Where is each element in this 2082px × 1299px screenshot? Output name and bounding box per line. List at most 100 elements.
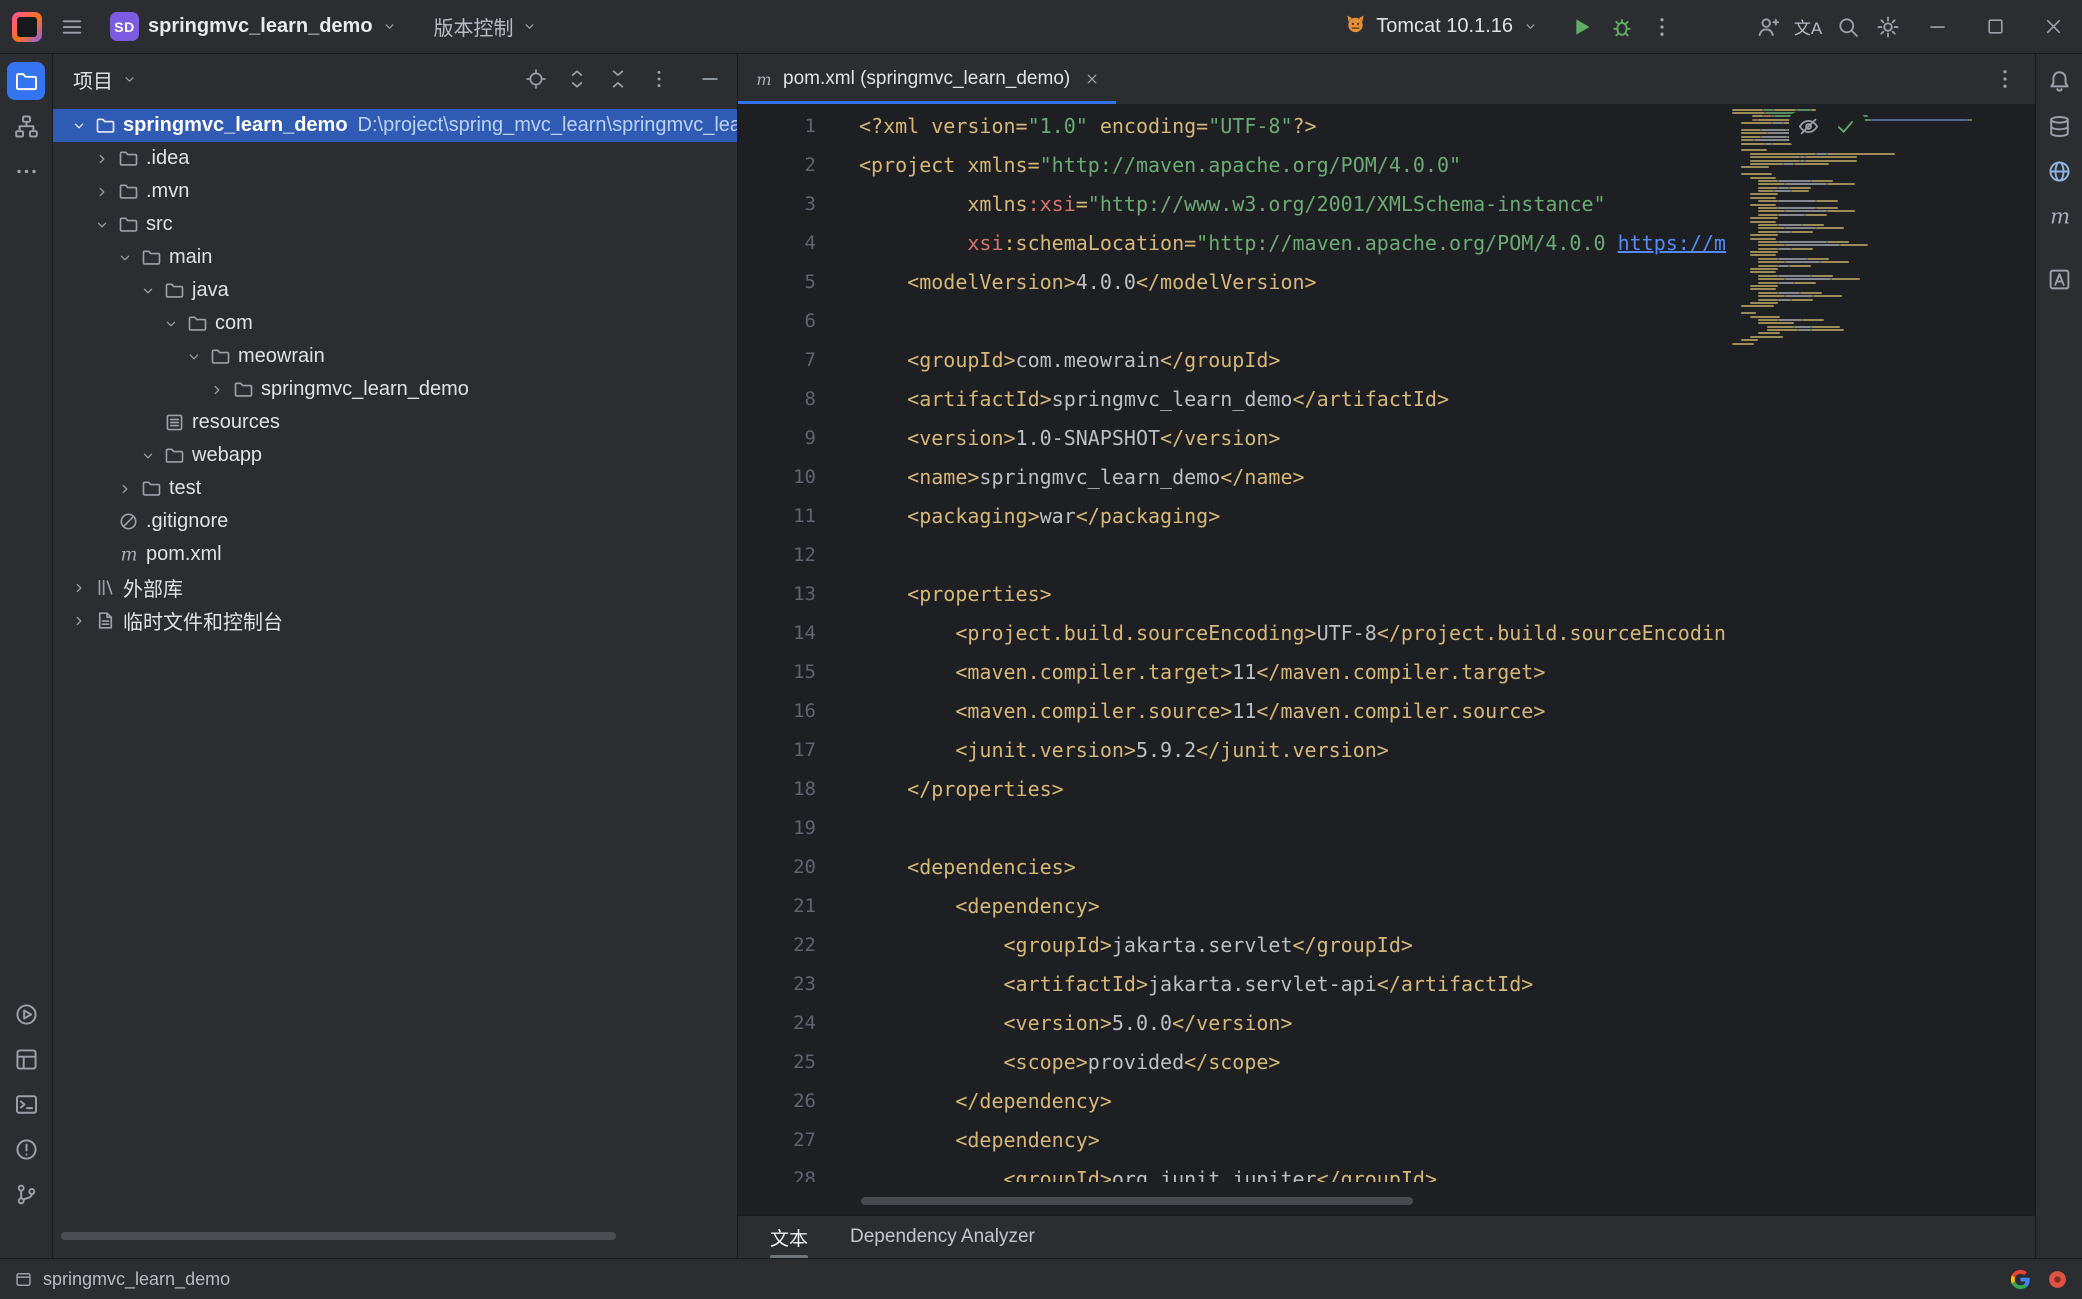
folder-icon	[116, 180, 140, 204]
tree-item-com-package[interactable]: com	[53, 307, 737, 340]
locate-icon[interactable]	[519, 62, 553, 96]
line-number: 4	[738, 224, 816, 263]
close-tab-icon[interactable]	[1084, 71, 1100, 87]
tree-item-main-folder[interactable]: main	[53, 241, 737, 274]
google-icon[interactable]	[2010, 1269, 2031, 1290]
tree-item-java-folder[interactable]: java	[53, 274, 737, 307]
folder-icon	[185, 312, 209, 336]
line-number: 10	[738, 458, 816, 497]
translation-icon[interactable]	[2040, 260, 2078, 298]
minimize-button[interactable]	[1908, 0, 1966, 53]
project-panel-title[interactable]: 项目	[73, 65, 113, 94]
close-button[interactable]	[2024, 0, 2082, 53]
project-widget[interactable]: SD springmvc_learn_demo	[102, 8, 406, 45]
run-tool-icon[interactable]	[7, 995, 45, 1033]
more-actions-icon[interactable]	[1642, 7, 1682, 47]
maximize-button[interactable]	[1966, 0, 2024, 53]
git-icon[interactable]	[7, 1175, 45, 1213]
line-number: 16	[738, 692, 816, 731]
chevron-down-icon[interactable]	[67, 114, 91, 138]
run-config-widget[interactable]: Tomcat 10.1.16	[1336, 8, 1546, 45]
editor-scrollbar[interactable]	[861, 1197, 1413, 1205]
tree-item-scratches-and-consoles[interactable]: 临时文件和控制台	[53, 604, 737, 637]
web-icon[interactable]	[2040, 152, 2078, 190]
line-number: 24	[738, 1004, 816, 1043]
project-panel-scrollbar[interactable]	[61, 1232, 616, 1240]
database-icon[interactable]	[2040, 107, 2078, 145]
terminal-icon[interactable]	[7, 1085, 45, 1123]
code-line-5: 5 <modelVersion>4.0.0</modelVersion>	[738, 263, 1726, 302]
folder-icon	[139, 477, 163, 501]
chevron-down-icon[interactable]	[159, 312, 183, 336]
chevron-right-icon[interactable]	[205, 378, 229, 402]
minimap[interactable]	[1732, 108, 2027, 345]
inspection-widget[interactable]	[1789, 112, 1865, 147]
error-notification-icon[interactable]	[2047, 1269, 2068, 1290]
tree-item-webapp-folder[interactable]: webapp	[53, 439, 737, 472]
run-button[interactable]	[1562, 7, 1602, 47]
line-number: 8	[738, 380, 816, 419]
tree-item-gitignore-file[interactable]: .gitignore	[53, 505, 737, 538]
main-menu-icon[interactable]	[52, 7, 92, 47]
chevron-down-icon[interactable]	[136, 279, 160, 303]
chevron-right-icon[interactable]	[90, 180, 114, 204]
tree-item-pom-file[interactable]: mpom.xml	[53, 538, 737, 571]
tree-item-src-folder[interactable]: src	[53, 208, 737, 241]
chevron-right-icon[interactable]	[67, 576, 91, 600]
more-tools-icon[interactable]	[7, 152, 45, 190]
code-line-11: 11 <packaging>war</packaging>	[738, 497, 1726, 536]
highlighting-level-icon[interactable]	[1797, 115, 1820, 144]
search-icon[interactable]	[1828, 7, 1868, 47]
tab-dependency-analyzer[interactable]: Dependency Analyzer	[850, 1216, 1035, 1258]
ignored-icon	[116, 510, 140, 534]
vcs-widget[interactable]: 版本控制	[434, 12, 538, 41]
tree-item-mvn-folder[interactable]: .mvn	[53, 175, 737, 208]
chevron-down-icon[interactable]	[90, 213, 114, 237]
line-number: 20	[738, 848, 816, 887]
services-icon[interactable]	[7, 1040, 45, 1078]
chevron-down-icon[interactable]	[136, 444, 160, 468]
debug-button[interactable]	[1602, 7, 1642, 47]
chevron-down-icon[interactable]	[182, 345, 206, 369]
notifications-icon[interactable]	[2040, 62, 2078, 100]
chevron-right-icon[interactable]	[113, 477, 137, 501]
tree-item-resources-folder[interactable]: resources	[53, 406, 737, 439]
structure-icon[interactable]	[7, 107, 45, 145]
editor[interactable]: 1<?xml version="1.0" encoding="UTF-8"?>2…	[738, 104, 2035, 1215]
editor-tab-pom[interactable]: m pom.xml (springmvc_learn_demo)	[738, 54, 1116, 104]
line-number: 3	[738, 185, 816, 224]
collapse-all-icon[interactable]	[601, 62, 635, 96]
maven-tool-icon[interactable]: m	[2040, 197, 2078, 235]
code-viewport: 1<?xml version="1.0" encoding="UTF-8"?>2…	[738, 104, 1726, 1182]
more-icon[interactable]	[642, 62, 676, 96]
settings-icon[interactable]	[1868, 7, 1908, 47]
code-line-7: 7 <groupId>com.meowrain</groupId>	[738, 341, 1726, 380]
chevron-down-icon[interactable]	[113, 246, 137, 270]
tree-item-project-root[interactable]: springmvc_learn_demoD:\project\spring_mv…	[53, 109, 737, 142]
line-number: 12	[738, 536, 816, 575]
tree-item-label: 外部库	[123, 573, 183, 602]
svg-text:m: m	[756, 70, 771, 89]
problems-icon[interactable]	[7, 1130, 45, 1168]
tree-item-label: .idea	[146, 147, 189, 170]
tab-options-icon[interactable]	[1985, 59, 2025, 99]
left-toolbar	[0, 54, 53, 1258]
tree-item-demo-package[interactable]: springmvc_learn_demo	[53, 373, 737, 406]
tree-item-external-libraries[interactable]: 外部库	[53, 571, 737, 604]
chevron-right-icon[interactable]	[67, 609, 91, 633]
tree-item-meowrain-package[interactable]: meowrain	[53, 340, 737, 373]
tree-item-test-folder[interactable]: test	[53, 472, 737, 505]
folder-icon	[231, 378, 255, 402]
hide-icon[interactable]	[693, 62, 727, 96]
code-with-me-icon[interactable]	[1748, 7, 1788, 47]
translate-icon[interactable]: 文A	[1788, 7, 1828, 47]
expand-all-icon[interactable]	[560, 62, 594, 96]
chevron-right-icon[interactable]	[90, 147, 114, 171]
code-line-8: 8 <artifactId>springmvc_learn_demo</arti…	[738, 380, 1726, 419]
project-tree: springmvc_learn_demoD:\project\spring_mv…	[53, 104, 737, 1258]
tab-text[interactable]: 文本	[770, 1216, 808, 1258]
svg-text:m: m	[2050, 204, 2070, 229]
chevron-down-icon	[121, 71, 137, 87]
tree-item-idea-folder[interactable]: .idea	[53, 142, 737, 175]
project-icon[interactable]	[7, 62, 45, 100]
